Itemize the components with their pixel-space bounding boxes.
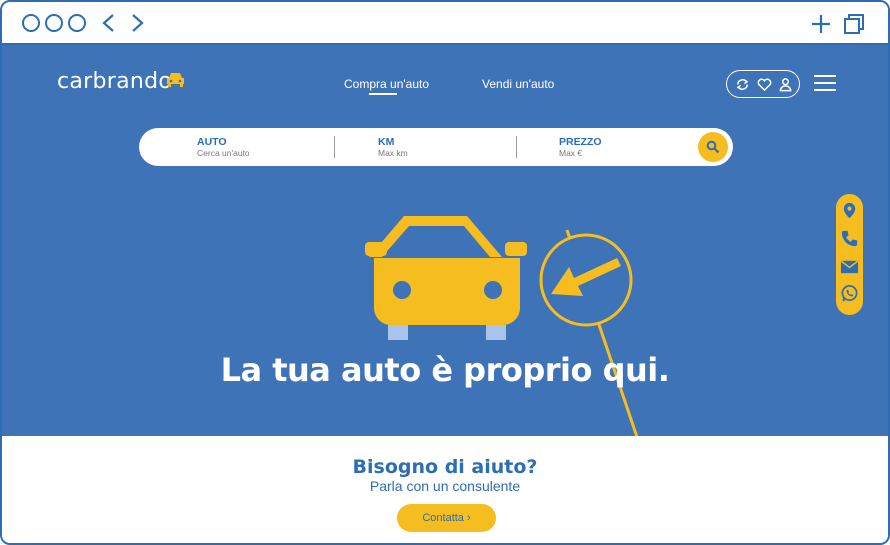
contact-sidebar (836, 194, 863, 315)
hero-headline: La tua auto è proprio qui. (220, 351, 670, 389)
whatsapp-icon[interactable] (840, 284, 859, 303)
help-title: Bisogno di aiuto? (352, 456, 538, 478)
window-control-dot[interactable] (22, 14, 40, 32)
window-control-dot[interactable] (45, 14, 63, 32)
browser-toolbar (2, 2, 888, 45)
back-icon[interactable] (98, 12, 120, 34)
phone-icon[interactable] (840, 229, 859, 248)
add-tab-icon[interactable] (810, 13, 832, 35)
help-subtitle: Parla con un consulente (369, 478, 521, 494)
contact-button[interactable]: Contatta › (397, 504, 496, 532)
help-section: Bisogno di aiuto? Parla con un consulent… (2, 436, 888, 543)
window-icon[interactable] (842, 12, 866, 36)
mail-icon[interactable] (840, 257, 859, 276)
hero-section: carbrando Compra un'auto Vendi un'auto A… (2, 45, 888, 436)
forward-icon[interactable] (126, 12, 148, 34)
location-icon[interactable] (840, 201, 859, 220)
window-control-dot[interactable] (68, 14, 86, 32)
browser-window: carbrando Compra un'auto Vendi un'auto A… (0, 0, 890, 545)
